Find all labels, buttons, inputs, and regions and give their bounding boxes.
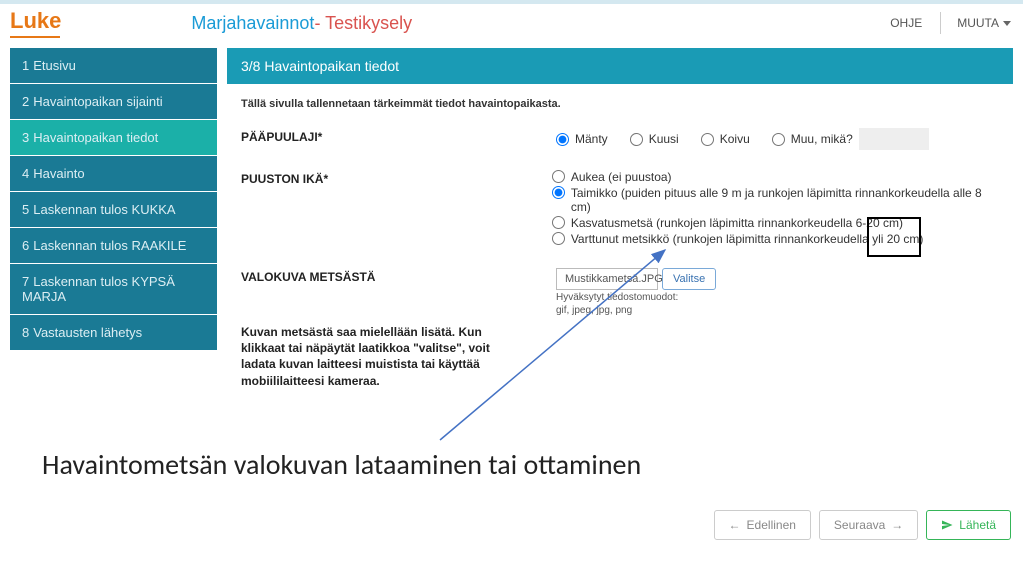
radio-varttunut[interactable]: Varttunut metsikkö (runkojen läpimitta r… [552,232,999,246]
panel-header: 3/8 Havaintopaikan tiedot [227,48,1013,84]
label-paapuulaji: PÄÄPUULAJI* [241,128,556,144]
sidebar-item-kypsamarja[interactable]: 7Laskennan tulos KYPSÄ MARJA [10,264,217,315]
sidebar-item-sijainti[interactable]: 2Havaintopaikan sijainti [10,84,217,120]
page-title: Marjahavainnot- Testikysely [191,13,412,34]
file-name-display[interactable]: Mustikkametsä.JPG [556,268,658,290]
radio-varttunut-input[interactable] [552,232,565,245]
radio-manty-input[interactable] [556,133,569,146]
radio-manty[interactable]: Mänty [556,132,608,146]
sidebar-item-raakile[interactable]: 6Laskennan tulos RAAKILE [10,228,217,264]
arrow-left-icon [729,518,741,532]
prev-button[interactable]: Edellinen [714,510,811,540]
radio-kasvatus[interactable]: Kasvatusmetsä (runkojen läpimitta rinnan… [552,216,999,230]
label-valokuva: VALOKUVA METSÄSTÄ [241,268,556,284]
radio-kuusi-input[interactable] [630,133,643,146]
radio-aukea[interactable]: Aukea (ei puustoa) [552,170,999,184]
title-sub: - Testikysely [314,13,412,33]
row-valokuva-desc: Kuvan metsästä saa mielellään lisätä. Ku… [241,324,999,389]
options-puustonika: Aukea (ei puustoa) Taimikko (puiden pitu… [552,170,999,248]
sidebar-item-havainto[interactable]: 4Havainto [10,156,217,192]
change-menu-button[interactable]: MUUTA [957,16,1011,30]
separator [940,12,941,34]
paper-plane-icon [941,519,953,531]
main-panel: 3/8 Havaintopaikan tiedot Tällä sivulla … [227,48,1013,449]
header-right: OHJE MUUTA [890,12,1011,34]
sidebar-item-lahetys[interactable]: 8Vastausten lähetys [10,315,217,351]
title-main: Marjahavainnot [191,13,314,33]
row-puustonika: PUUSTON IKÄ* Aukea (ei puustoa) Taimikko… [241,170,999,248]
panel-body: Tällä sivulla tallennetaan tärkeimmät ti… [227,84,1013,449]
radio-koivu-input[interactable] [701,133,714,146]
header-bar: Luke Marjahavainnot- Testikysely OHJE MU… [0,0,1023,48]
row-paapuulaji: PÄÄPUULAJI* Mänty Kuusi Koivu Muu, mikä? [241,128,999,150]
radio-muu[interactable]: Muu, mikä? [772,128,929,150]
annotation-caption: Havaintometsän valokuvan lataaminen tai … [42,447,641,482]
sidebar-item-kukka[interactable]: 5Laskennan tulos KUKKA [10,192,217,228]
radio-koivu[interactable]: Koivu [701,132,750,146]
chevron-down-icon [1003,21,1011,26]
label-puustonika: PUUSTON IKÄ* [241,170,552,186]
help-link[interactable]: OHJE [890,16,922,30]
send-button[interactable]: Lähetä [926,510,1011,540]
valokuva-description: Kuvan metsästä saa mielellään lisätä. Ku… [241,324,501,389]
options-paapuulaji: Mänty Kuusi Koivu Muu, mikä? [556,128,929,150]
muu-text-input[interactable] [859,128,929,150]
arrow-right-icon [891,518,903,532]
file-controls: Mustikkametsä.JPG Valitse [556,268,716,290]
radio-aukea-input[interactable] [552,170,565,183]
logo-underline [10,36,60,38]
radio-taimikko-input[interactable] [552,186,565,199]
header-left: Luke Marjahavainnot- Testikysely [10,8,412,38]
file-hint-line1: Hyväksytyt tiedostomuodot: [556,292,716,303]
logo-text: Luke [10,8,61,34]
footer-buttons: Edellinen Seuraava Lähetä [714,510,1011,540]
panel-description: Tällä sivulla tallennetaan tärkeimmät ti… [241,98,999,110]
radio-kuusi[interactable]: Kuusi [630,132,679,146]
change-label: MUUTA [957,16,999,30]
file-upload-area: Mustikkametsä.JPG Valitse Hyväksytyt tie… [556,268,716,316]
file-browse-button[interactable]: Valitse [662,268,716,290]
radio-taimikko[interactable]: Taimikko (puiden pituus alle 9 m ja runk… [552,186,999,214]
sidebar: 1Etusivu 2Havaintopaikan sijainti 3Havai… [10,48,217,449]
next-button[interactable]: Seuraava [819,510,918,540]
file-hint-line2: gif, jpeg, jpg, png [556,305,716,316]
radio-muu-input[interactable] [772,133,785,146]
row-valokuva: VALOKUVA METSÄSTÄ Mustikkametsä.JPG Vali… [241,268,999,316]
logo[interactable]: Luke [10,8,61,38]
window-top-strip [0,0,1023,4]
radio-kasvatus-input[interactable] [552,216,565,229]
page-body: 1Etusivu 2Havaintopaikan sijainti 3Havai… [0,48,1023,449]
sidebar-item-etusivu[interactable]: 1Etusivu [10,48,217,84]
sidebar-item-tiedot[interactable]: 3Havaintopaikan tiedot [10,120,217,156]
